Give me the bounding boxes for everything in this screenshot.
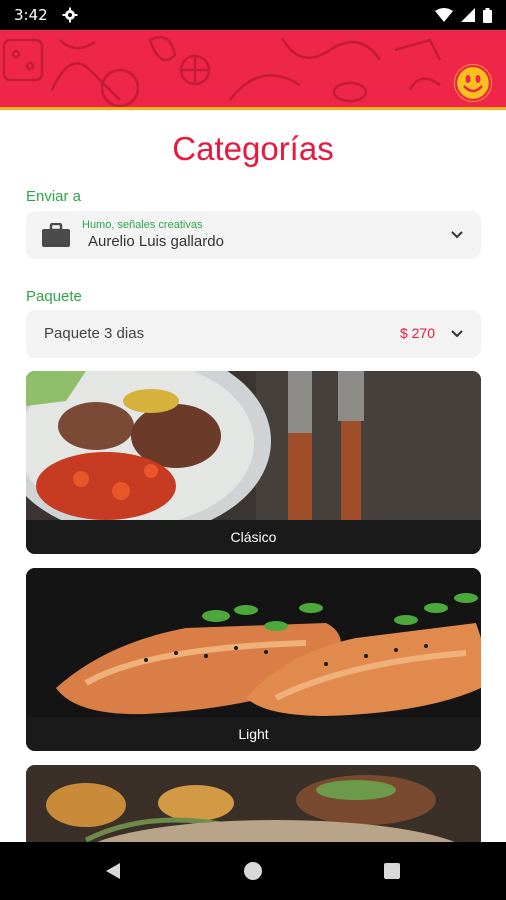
package-price: $ 270 bbox=[399, 325, 435, 341]
chevron-down-icon bbox=[451, 330, 463, 338]
delivery-address-select[interactable]: Humo, señales creativas Aurelio Luis gal… bbox=[26, 211, 481, 259]
page-title: Categorías bbox=[172, 130, 334, 167]
status-indicators bbox=[435, 7, 492, 23]
wifi-icon bbox=[435, 8, 453, 22]
status-time: 3:42 bbox=[14, 6, 48, 24]
status-bar: 3:42 bbox=[0, 0, 506, 30]
chevron-down-icon bbox=[451, 231, 463, 239]
home-icon[interactable] bbox=[244, 862, 262, 880]
smiley-logo-icon[interactable] bbox=[454, 64, 492, 102]
signal-icon bbox=[461, 8, 475, 22]
category-card-light[interactable]: Light bbox=[26, 568, 481, 751]
system-nav-bar bbox=[0, 842, 506, 900]
food-doodle-pattern bbox=[2, 35, 442, 107]
package-name: Paquete 3 dias bbox=[44, 325, 145, 342]
briefcase-icon bbox=[42, 223, 70, 247]
category-label: Clásico bbox=[26, 520, 481, 554]
package-select[interactable]: Paquete 3 dias $ 270 bbox=[26, 310, 481, 358]
back-icon[interactable] bbox=[104, 862, 122, 880]
app-screen: 3:42 Categorías Enviar a Humo, señales c… bbox=[0, 0, 506, 900]
clasico-food-image bbox=[26, 371, 481, 520]
package-label: Paquete bbox=[26, 288, 82, 305]
header-banner bbox=[0, 30, 506, 110]
category-label: Light bbox=[26, 717, 481, 751]
recents-icon[interactable] bbox=[384, 863, 400, 879]
battery-icon bbox=[483, 7, 492, 23]
delivery-subtitle: Humo, señales creativas bbox=[82, 219, 203, 231]
category-card-clasico[interactable]: Clásico bbox=[26, 371, 481, 554]
light-food-image bbox=[26, 568, 481, 717]
settings-gear-icon bbox=[62, 7, 78, 23]
delivery-name: Aurelio Luis gallardo bbox=[88, 233, 224, 250]
delivery-label: Enviar a bbox=[26, 188, 82, 205]
